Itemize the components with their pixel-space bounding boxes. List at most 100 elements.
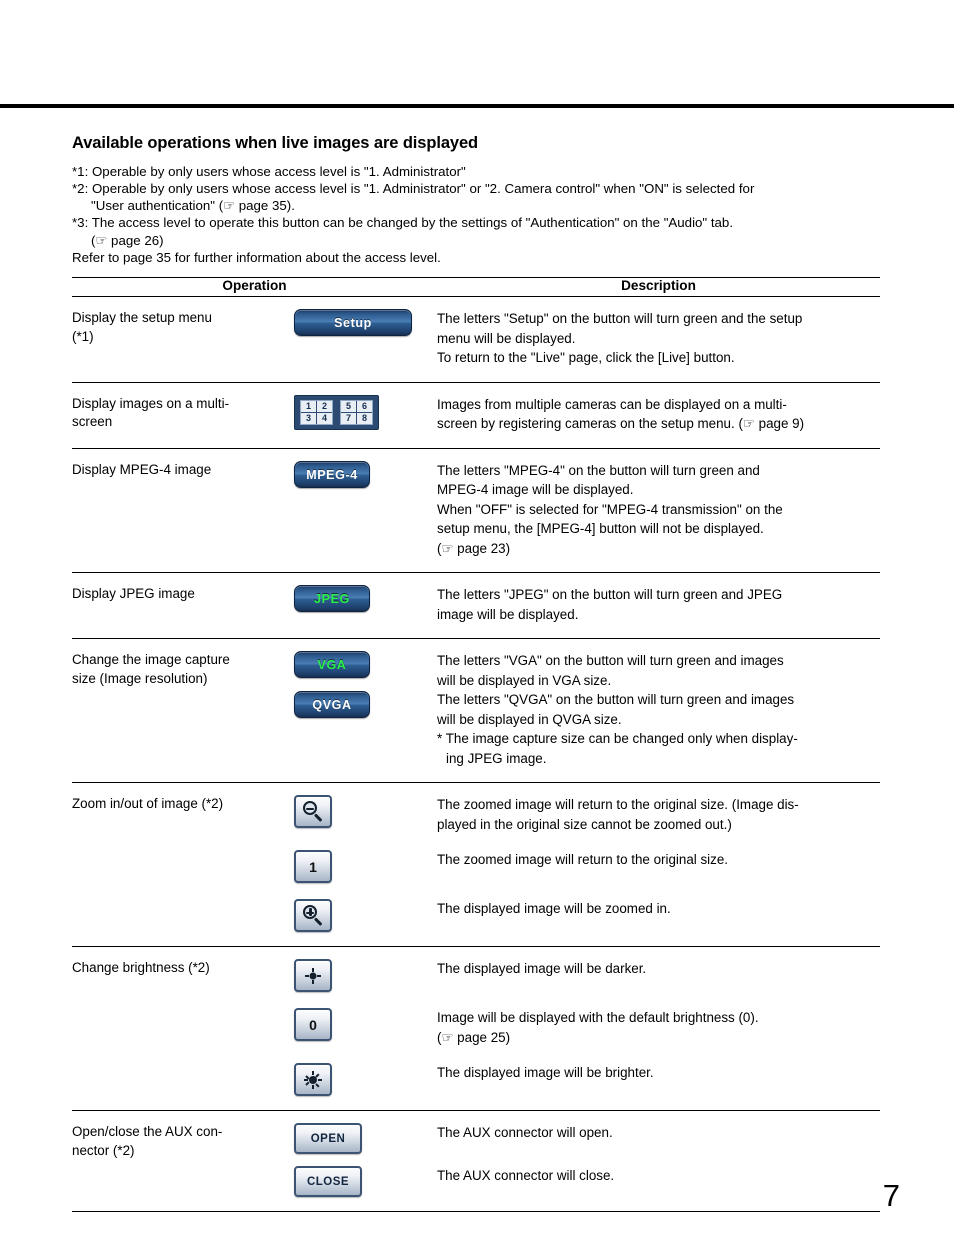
button-cell (294, 795, 437, 829)
description-jpeg: The letters "JPEG" on the button will tu… (437, 572, 880, 640)
vga-button[interactable]: VGA (294, 651, 370, 679)
table-row: Open/close the AUX con- nector (*2) OPEN… (72, 1110, 880, 1213)
button-cell: MPEG-4 (294, 448, 437, 574)
grid-cell[interactable]: 6 (357, 400, 372, 412)
table-header-row: Operation Description (72, 277, 880, 298)
button-cell: JPEG (294, 572, 437, 640)
page-number: 7 (882, 1178, 900, 1213)
table-row: Display the setup menu (*1) Setup The le… (72, 296, 880, 383)
operation-label-capture-size: Change the image capture size (Image res… (72, 638, 294, 784)
brightness-down-button[interactable] (294, 959, 332, 993)
footnote-3: *3: The access level to operate this but… (72, 215, 734, 231)
description-zoom-in: The displayed image will be zoomed in. (437, 901, 671, 917)
description-aux-open: The AUX connector will open. (437, 1125, 613, 1141)
brightness-default-button[interactable]: 0 (294, 1008, 332, 1042)
mpeg4-button[interactable]: MPEG-4 (294, 460, 370, 488)
table-row: Zoom in/out of image (*2) The zoomed ima… (72, 782, 880, 948)
brightness-up-row: The displayed image will be brighter. (294, 1063, 880, 1097)
qvga-button[interactable]: QVGA (294, 691, 370, 719)
footnotes-block: *1: Operable by only users whose access … (72, 163, 880, 266)
column-header-description: Description (437, 277, 880, 298)
brightness-default-row: 0 Image will be displayed with the defau… (294, 1008, 880, 1047)
grid-cell[interactable]: 1 (301, 400, 316, 412)
grid-cell[interactable]: 2 (317, 400, 332, 412)
brightness-down-row: The displayed image will be darker. (294, 959, 880, 993)
table-row: Change brightness (*2) The displayed ima… (72, 946, 880, 1112)
operation-label-brightness: Change brightness (*2) (72, 946, 294, 1112)
zoom-pairs-cell: The zoomed image will return to the orig… (294, 782, 880, 948)
description-brightness-default: Image will be displayed with the default… (437, 1010, 759, 1045)
grid-cell[interactable]: 5 (341, 400, 356, 412)
operation-label-jpeg: Display JPEG image (72, 572, 294, 640)
brightness-down-icon (302, 965, 324, 987)
operation-label-multiscreen: Display images on a multi- screen (72, 382, 294, 449)
description-brightness-down: The displayed image will be darker. (437, 961, 647, 977)
table-row: Display JPEG image JPEG The letters "JPE… (72, 572, 880, 640)
description-setup: The letters "Setup" on the button will t… (437, 296, 880, 383)
table-row: Display MPEG-4 image MPEG-4 The letters … (72, 448, 880, 574)
button-cell: 0 (294, 1008, 437, 1042)
footnote-2-cont: "User authentication" (☞ page 35). (91, 198, 295, 214)
page-content: Available operations when live images ar… (72, 134, 880, 1213)
brightness-pairs-cell: The displayed image will be darker. 0 Im… (294, 946, 880, 1112)
button-cell (294, 959, 437, 993)
button-cell: VGA QVGA (294, 638, 437, 784)
button-cell: OPEN (294, 1123, 437, 1155)
button-cell: Setup (294, 296, 437, 383)
grid-cell[interactable]: 3 (301, 412, 316, 424)
operations-table: Operation Description Display the setup … (72, 277, 880, 1213)
description-capture-size: The letters "VGA" on the button will tur… (437, 638, 880, 784)
button-cell: CLOSE (294, 1166, 437, 1198)
zoom-reset-label: 1 (309, 858, 317, 875)
button-cell (294, 1063, 437, 1097)
footnote-1: *1: Operable by only users whose access … (72, 163, 466, 179)
description-zoom-reset: The displayed image will be zoomed in. T… (437, 852, 729, 868)
description-aux-close: The AUX connector will close. (437, 1168, 615, 1184)
multiscreen-button[interactable]: 1 2 3 4 5 6 7 8 (294, 394, 379, 430)
operation-label-setup: Display the setup menu (*1) (72, 296, 294, 383)
grid-cell[interactable]: 8 (357, 412, 372, 424)
button-cell (294, 899, 437, 933)
brightness-up-icon (302, 1069, 324, 1091)
description-zoom-out: The zoomed image will return to the orig… (437, 797, 799, 832)
aux-close-button[interactable]: CLOSE (294, 1166, 362, 1198)
brightness-up-button[interactable] (294, 1063, 332, 1097)
footnote-3-cont: (☞ page 26) (91, 232, 164, 248)
column-header-operation: Operation (72, 277, 437, 298)
zoom-in-button[interactable] (294, 899, 332, 933)
table-row: Change the image capture size (Image res… (72, 638, 880, 784)
zoom-reset-row: 1 The displayed image will be zoomed in.… (294, 850, 880, 884)
multiscreen-grid-1-4[interactable]: 1 2 3 4 (300, 399, 333, 425)
zoom-in-row: The displayed image will be zoomed in. (294, 899, 880, 933)
setup-button[interactable]: Setup (294, 309, 412, 337)
page-title: Available operations when live images ar… (72, 134, 479, 152)
document-page: Available operations when live images ar… (0, 0, 954, 1237)
zoom-out-row: The zoomed image will return to the orig… (294, 795, 880, 834)
qvga-slot: QVGA (294, 691, 437, 731)
aux-open-row: OPEN The AUX connector will open. (294, 1123, 880, 1155)
magnifier-plus-icon (302, 905, 324, 926)
table-row: Display images on a multi- screen 1 2 3 … (72, 382, 880, 449)
zoom-out-button[interactable] (294, 795, 332, 829)
operation-label-mpeg4: Display MPEG-4 image (72, 448, 294, 574)
description-brightness-up: The displayed image will be brighter. (437, 1065, 654, 1081)
aux-close-row: CLOSE The AUX connector will close. (294, 1166, 880, 1198)
jpeg-button[interactable]: JPEG (294, 585, 370, 613)
operation-label-zoom: Zoom in/out of image (*2) (72, 782, 294, 948)
button-cell: 1 (294, 850, 437, 884)
aux-pairs-cell: OPEN The AUX connector will open. CLOSE (294, 1110, 880, 1213)
brightness-default-label: 0 (309, 1016, 317, 1033)
aux-open-button[interactable]: OPEN (294, 1123, 362, 1155)
operation-label-aux: Open/close the AUX con- nector (*2) (72, 1110, 294, 1213)
button-cell: 1 2 3 4 5 6 7 8 (294, 382, 437, 449)
multiscreen-grid-5-8[interactable]: 5 6 7 8 (340, 399, 373, 425)
description-multiscreen: Images from multiple cameras can be disp… (437, 382, 880, 449)
access-level-note: Refer to page 35 for further information… (72, 249, 441, 265)
grid-cell[interactable]: 7 (341, 412, 356, 424)
description-mpeg4: The letters "MPEG-4" on the button will … (437, 448, 880, 574)
footnote-2: *2: Operable by only users whose access … (72, 181, 755, 196)
vga-slot: VGA (294, 651, 437, 691)
zoom-reset-button[interactable]: 1 (294, 850, 332, 884)
grid-cell[interactable]: 4 (317, 412, 332, 424)
magnifier-minus-icon (302, 801, 324, 822)
